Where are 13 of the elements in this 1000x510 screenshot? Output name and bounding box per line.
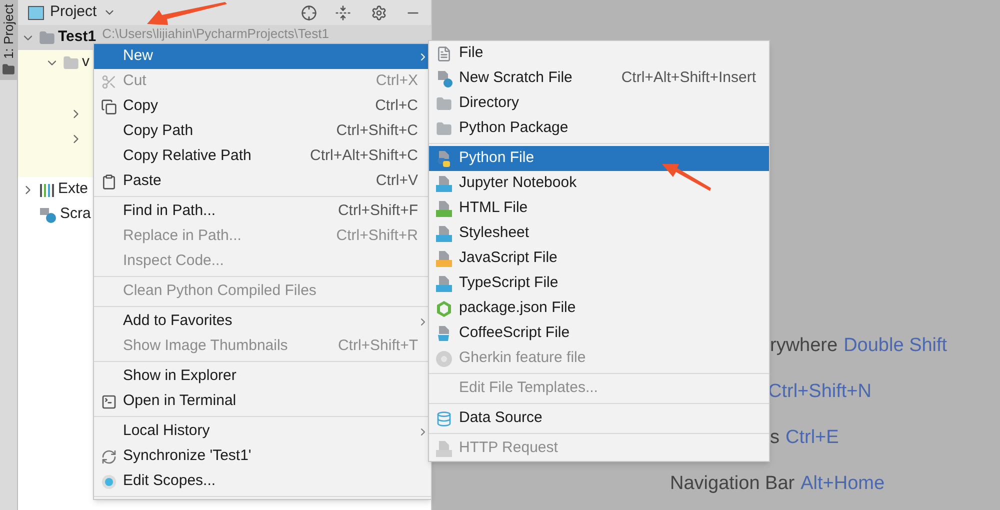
hint-shortcut: Alt+Home — [800, 472, 885, 496]
hint-shortcut: Ctrl+E — [786, 426, 839, 450]
hint-text: rywhere — [770, 334, 838, 358]
tree-label: Exte — [58, 179, 88, 200]
panel-title: Project — [50, 2, 97, 22]
tree-label: Test1 — [58, 27, 96, 48]
hint-text: s — [770, 426, 780, 450]
hint-text: Navigation Bar — [670, 472, 795, 496]
tree-label: v — [82, 52, 90, 72]
tree-label: Scra — [60, 204, 91, 224]
hint-shortcut: Ctrl+Shift+N — [768, 380, 872, 404]
tree-path: C:\Users\lijiahin\PycharmProjects\Test1 — [102, 25, 329, 41]
hint-shortcut: Double Shift — [844, 334, 948, 358]
